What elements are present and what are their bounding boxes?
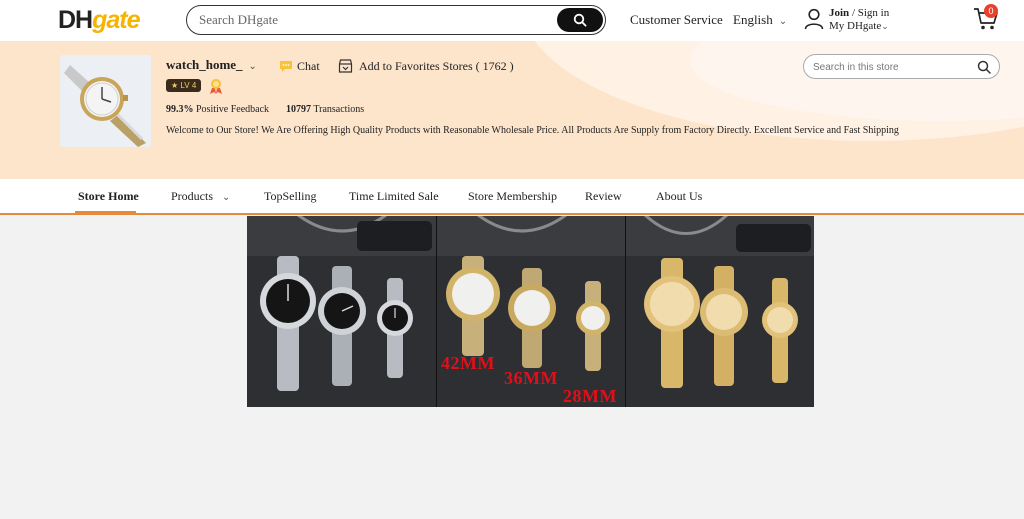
chat-button[interactable]: Chat: [279, 58, 320, 74]
customer-service-label: Customer Service: [630, 12, 723, 27]
store-banner: watch_home_ ⌄ ★ LV 4 Chat Add to Favorite…: [0, 41, 1024, 179]
join-signin: Join / Sign in: [829, 7, 889, 19]
account-menu[interactable]: Join / Sign in My DHgate⌄: [804, 6, 894, 36]
store-search-input[interactable]: [813, 59, 973, 75]
store-name[interactable]: watch_home_ ⌄: [166, 57, 257, 73]
hero-panel-gold: [625, 216, 814, 407]
star-icon: ★: [171, 81, 179, 90]
customer-service-link[interactable]: Customer Service: [630, 12, 723, 28]
nav-about-us[interactable]: About Us: [656, 189, 702, 204]
positive-feedback-label: Positive Feedback: [196, 104, 270, 115]
active-tab-indicator: [75, 211, 136, 214]
nav-products[interactable]: Products ⌄: [171, 189, 230, 204]
size-label-36mm: 36MM: [504, 368, 558, 388]
transactions-label: Transactions: [313, 104, 365, 115]
join-link[interactable]: Join: [829, 7, 849, 19]
store-hero-banner[interactable]: 42MM 36MM 28MM: [247, 216, 814, 407]
nav-review[interactable]: Review: [585, 189, 622, 204]
chevron-down-icon: ⌄: [778, 16, 788, 27]
store-favorite-icon: [338, 59, 353, 73]
hero-panel-two-tone: 42MM 36MM 28MM: [436, 216, 625, 407]
site-search: [186, 5, 606, 35]
size-label-42mm: 42MM: [441, 353, 495, 373]
store-nav: Store Home Products ⌄ TopSelling Time Lim…: [0, 179, 1024, 215]
logo-gate: gate: [92, 6, 140, 34]
site-search-button[interactable]: [557, 8, 603, 32]
hero-panel-silver: [247, 216, 436, 407]
language-label: English: [733, 12, 773, 27]
chevron-down-icon: ⌄: [222, 192, 231, 203]
search-icon[interactable]: [977, 60, 991, 74]
silver-watches-image: [247, 216, 436, 407]
favorites-label: Add to Favorites Stores ( 1762 ): [359, 58, 514, 73]
positive-feedback-pct: 99.3%: [166, 104, 194, 115]
search-icon: [573, 13, 587, 27]
transactions-count: 10797: [286, 104, 312, 115]
nav-products-label: Products: [171, 189, 213, 203]
store-logo-image[interactable]: [60, 55, 151, 147]
chat-label: Chat: [297, 58, 320, 73]
site-search-input[interactable]: [199, 11, 549, 29]
store-search: [803, 54, 1000, 79]
cart-count-badge: 0: [984, 4, 998, 18]
chat-icon: [280, 60, 292, 72]
size-label-28mm: 28MM: [563, 386, 617, 406]
store-level: LV 4: [180, 81, 197, 90]
store-level-badge: ★ LV 4: [166, 79, 202, 92]
dhgate-logo[interactable]: DH gate: [58, 2, 141, 38]
nav-store-home[interactable]: Store Home: [78, 189, 139, 204]
language-selector[interactable]: English ⌄: [733, 12, 787, 28]
top-header: DHgate Customer Service English ⌄ Join / …: [0, 0, 1024, 41]
nav-time-limited-sale[interactable]: Time Limited Sale: [349, 189, 439, 204]
chevron-down-icon: ⌄: [881, 21, 889, 31]
my-dhgate-label: My DHgate: [829, 20, 882, 32]
store-stats: 99.3% Positive Feedback 10797 Transactio…: [166, 104, 364, 115]
add-favorites-button[interactable]: Add to Favorites Stores ( 1762 ): [338, 58, 514, 74]
nav-topselling[interactable]: TopSelling: [264, 189, 317, 204]
medal-icon: [210, 79, 222, 94]
chevron-down-icon: ⌄: [248, 61, 257, 72]
watch-image: [60, 55, 151, 147]
store-name-text: watch_home_: [166, 57, 243, 72]
user-icon: [804, 8, 824, 30]
logo-dh: DH: [58, 6, 93, 34]
nav-store-membership[interactable]: Store Membership: [468, 189, 557, 204]
my-dhgate[interactable]: My DHgate⌄: [829, 20, 889, 32]
store-welcome-text: Welcome to Our Store! We Are Offering Hi…: [166, 125, 899, 136]
signin-link[interactable]: / Sign in: [852, 7, 889, 19]
gold-watches-image: [626, 216, 814, 407]
